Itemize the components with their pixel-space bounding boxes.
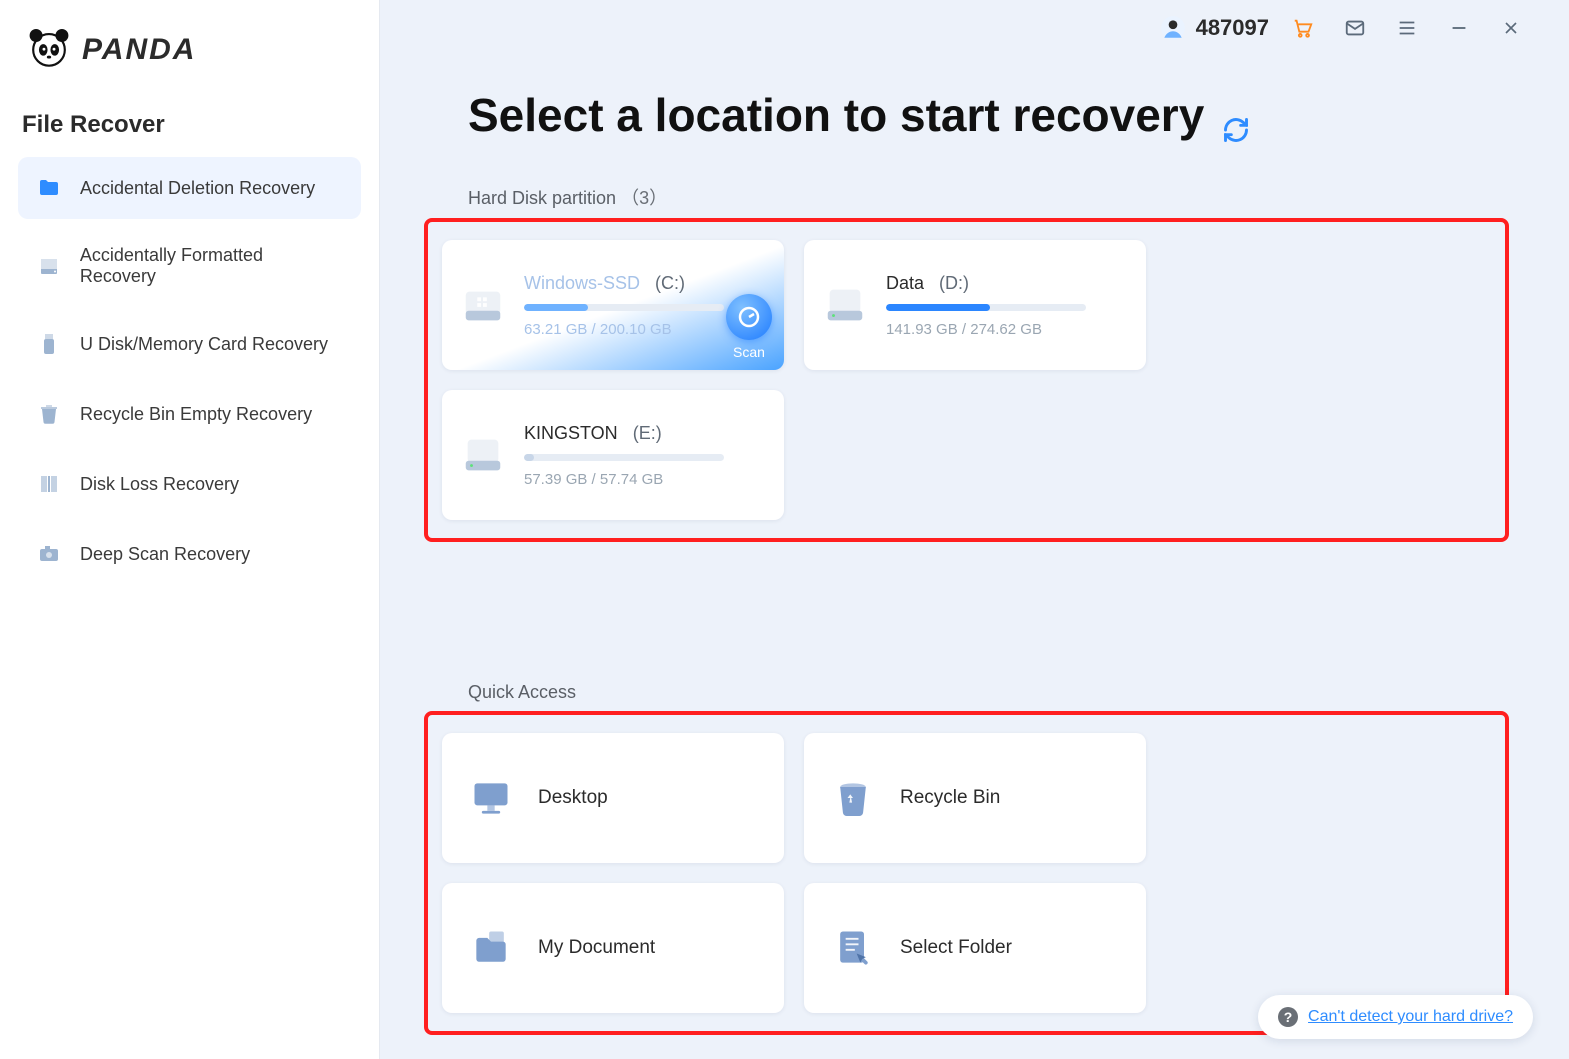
- scan-icon: [726, 294, 772, 340]
- sidebar-item-usb[interactable]: U Disk/Memory Card Recovery: [18, 313, 361, 375]
- partition-total: 200.10 GB: [600, 321, 672, 338]
- app-window: PANDA File Recover Accidental Deletion R…: [0, 0, 1569, 1059]
- partition-usage-bar: [886, 304, 1086, 311]
- titlebar: 487097: [416, 0, 1533, 56]
- sidebar-item-accidental-deletion[interactable]: Accidental Deletion Recovery: [18, 157, 361, 219]
- brand-logo: PANDA: [18, 0, 361, 103]
- camera-icon: [36, 541, 62, 567]
- sidebar-section-title: File Recover: [18, 103, 361, 157]
- partition-used: 63.21 GB: [524, 321, 587, 338]
- sidebar: PANDA File Recover Accidental Deletion R…: [0, 0, 380, 1059]
- sidebar-nav: Accidental Deletion Recovery Accidentall…: [18, 157, 361, 585]
- sidebar-item-deep-scan[interactable]: Deep Scan Recovery: [18, 523, 361, 585]
- user-id: 487097: [1196, 15, 1269, 41]
- partition-body: Data (D:) 141.93 GB / 274.62 GB: [886, 273, 1128, 338]
- partitions-highlight-box: Windows-SSD (C:) 63.21 GB / 200.10 GB Sc…: [424, 218, 1509, 542]
- quick-card-my-document[interactable]: My Document: [442, 883, 784, 1013]
- partitions-label: Hard Disk partition （3）: [468, 184, 1533, 210]
- help-chip[interactable]: ? Can't detect your hard drive?: [1258, 995, 1533, 1039]
- quick-card-recycle-bin[interactable]: Recycle Bin: [804, 733, 1146, 863]
- refresh-button[interactable]: [1222, 101, 1250, 129]
- panda-icon: [26, 24, 72, 75]
- cart-button[interactable]: [1285, 10, 1321, 46]
- quick-card-label: Recycle Bin: [900, 787, 1000, 809]
- trash-icon: [36, 401, 62, 427]
- help-icon: ?: [1278, 1007, 1298, 1027]
- main-panel: 487097 Select a location to start recove…: [380, 0, 1569, 1059]
- sidebar-item-formatted[interactable]: Accidentally Formatted Recovery: [18, 227, 361, 305]
- user-info[interactable]: 487097: [1160, 15, 1269, 41]
- folder-icon: [36, 175, 62, 201]
- user-avatar-icon: [1160, 15, 1186, 41]
- quick-access-label-text: Quick Access: [468, 682, 576, 702]
- usb-icon: [36, 331, 62, 357]
- quick-card-label: Desktop: [538, 787, 608, 809]
- partition-letter: (D:): [939, 273, 969, 293]
- partitions-label-text: Hard Disk partition: [468, 188, 616, 208]
- quick-card-desktop[interactable]: Desktop: [442, 733, 784, 863]
- partition-card-c[interactable]: Windows-SSD (C:) 63.21 GB / 200.10 GB Sc…: [442, 240, 784, 370]
- page-title: Select a location to start recovery: [468, 88, 1533, 142]
- quick-access-label: Quick Access: [468, 682, 1533, 703]
- quick-access-highlight-box: Desktop Recycle Bin My Document Select F…: [424, 711, 1509, 1035]
- sidebar-item-label: U Disk/Memory Card Recovery: [80, 334, 328, 355]
- mail-button[interactable]: [1337, 10, 1373, 46]
- book-icon: [36, 471, 62, 497]
- partition-used: 141.93 GB: [886, 321, 958, 338]
- partition-name-row: KINGSTON (E:): [524, 423, 766, 444]
- partition-name: Windows-SSD: [524, 273, 640, 293]
- quick-card-label: Select Folder: [900, 937, 1012, 959]
- partition-letter: (C:): [655, 273, 685, 293]
- document-icon: [468, 925, 514, 971]
- drive-icon: [460, 282, 506, 328]
- scan-label: Scan: [733, 344, 765, 360]
- desktop-icon: [468, 775, 514, 821]
- sidebar-item-label: Accidental Deletion Recovery: [80, 178, 315, 199]
- partition-body: KINGSTON (E:) 57.39 GB / 57.74 GB: [524, 423, 766, 488]
- recycle-bin-icon: [830, 775, 876, 821]
- sidebar-item-recycle-bin[interactable]: Recycle Bin Empty Recovery: [18, 383, 361, 445]
- scan-badge[interactable]: Scan: [726, 294, 772, 360]
- close-button[interactable]: [1493, 10, 1529, 46]
- sidebar-item-label: Recycle Bin Empty Recovery: [80, 404, 312, 425]
- partition-total: 274.62 GB: [970, 321, 1042, 338]
- partition-usage-text: 57.39 GB / 57.74 GB: [524, 471, 766, 488]
- drive-icon: [460, 432, 506, 478]
- page-title-text: Select a location to start recovery: [468, 88, 1204, 142]
- sidebar-item-disk-loss[interactable]: Disk Loss Recovery: [18, 453, 361, 515]
- partition-name: Data: [886, 273, 924, 293]
- partitions-count: （3）: [621, 188, 667, 208]
- help-link[interactable]: Can't detect your hard drive?: [1308, 1008, 1513, 1026]
- partition-usage-bar: [524, 454, 724, 461]
- partition-letter: (E:): [633, 423, 662, 443]
- partition-name: KINGSTON: [524, 423, 618, 443]
- minimize-button[interactable]: [1441, 10, 1477, 46]
- sidebar-item-label: Disk Loss Recovery: [80, 474, 239, 495]
- partition-usage-bar: [524, 304, 724, 311]
- drive-icon: [822, 282, 868, 328]
- brand-name: PANDA: [82, 33, 196, 67]
- partition-card-e[interactable]: KINGSTON (E:) 57.39 GB / 57.74 GB: [442, 390, 784, 520]
- sidebar-item-label: Accidentally Formatted Recovery: [80, 245, 343, 287]
- partition-used: 57.39 GB: [524, 471, 587, 488]
- partition-name-row: Data (D:): [886, 273, 1128, 294]
- partition-name-row: Windows-SSD (C:): [524, 273, 766, 294]
- select-folder-icon: [830, 925, 876, 971]
- partition-card-d[interactable]: Data (D:) 141.93 GB / 274.62 GB: [804, 240, 1146, 370]
- quick-card-select-folder[interactable]: Select Folder: [804, 883, 1146, 1013]
- partition-usage-text: 141.93 GB / 274.62 GB: [886, 321, 1128, 338]
- menu-button[interactable]: [1389, 10, 1425, 46]
- sidebar-item-label: Deep Scan Recovery: [80, 544, 250, 565]
- disk-icon: [36, 253, 62, 279]
- quick-card-label: My Document: [538, 937, 655, 959]
- partition-total: 57.74 GB: [600, 471, 663, 488]
